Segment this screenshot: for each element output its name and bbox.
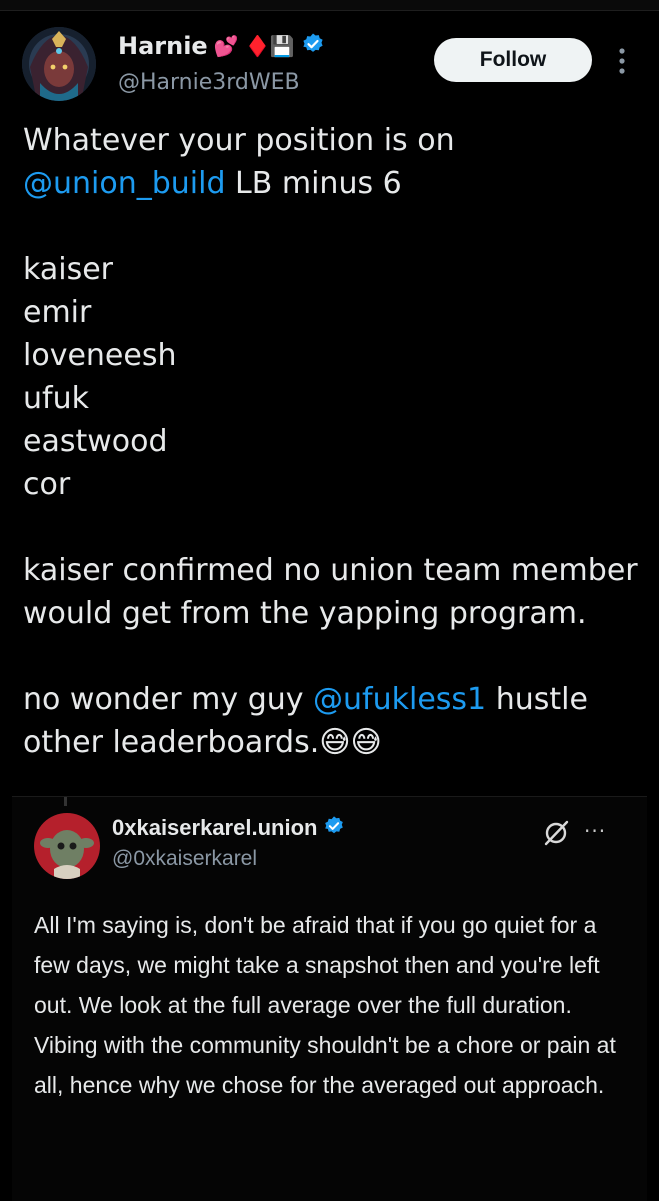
tweet-body: Whatever your position is on @union_buil… — [23, 119, 643, 764]
author-avatar[interactable] — [22, 27, 96, 101]
quoted-author-handle[interactable]: @0xkaiserkarel — [112, 847, 257, 871]
author-name-row: Harnie 💕 ♦️💾 — [118, 32, 325, 60]
author-display-name[interactable]: Harnie — [118, 32, 208, 60]
more-vertical-icon[interactable] — [614, 44, 630, 78]
tweet-text-line2: LB minus 6 — [225, 166, 402, 201]
tweet-paragraph-2: kaiser confirmed no union team member wo… — [23, 553, 638, 631]
follow-button[interactable]: Follow — [434, 38, 592, 82]
quoted-author-name-row: 0xkaiserkarel.union — [112, 815, 345, 841]
tweet-paragraph-3-start: no wonder my guy — [23, 682, 314, 717]
grok-icon[interactable] — [540, 817, 572, 849]
tweet-text-line1: Whatever your position is on — [23, 123, 455, 158]
author-name-emojis: 💕 ♦️💾 — [213, 34, 295, 58]
quoted-author-avatar[interactable] — [34, 813, 100, 879]
mention-link[interactable]: @ufukless1 — [313, 682, 486, 717]
quoted-tweet-card[interactable]: 0xkaiserkarel.union @0xkaiserkarel ··· A… — [12, 796, 647, 1201]
author-handle[interactable]: @Harnie3rdWEB — [118, 70, 300, 95]
quote-divider-tick — [64, 797, 67, 806]
verified-badge-icon — [301, 32, 325, 60]
more-horizontal-icon[interactable]: ··· — [584, 819, 606, 843]
top-divider — [0, 0, 659, 11]
mention-link[interactable]: @union_build — [23, 166, 226, 201]
quoted-author-display-name[interactable]: 0xkaiserkarel.union — [112, 815, 317, 841]
verified-badge-icon — [323, 815, 345, 841]
tweet-name-list: kaiser emir loveneesh ufuk eastwood cor — [23, 252, 177, 502]
quoted-tweet-text: All I'm saying is, don't be afraid that … — [34, 912, 616, 1098]
